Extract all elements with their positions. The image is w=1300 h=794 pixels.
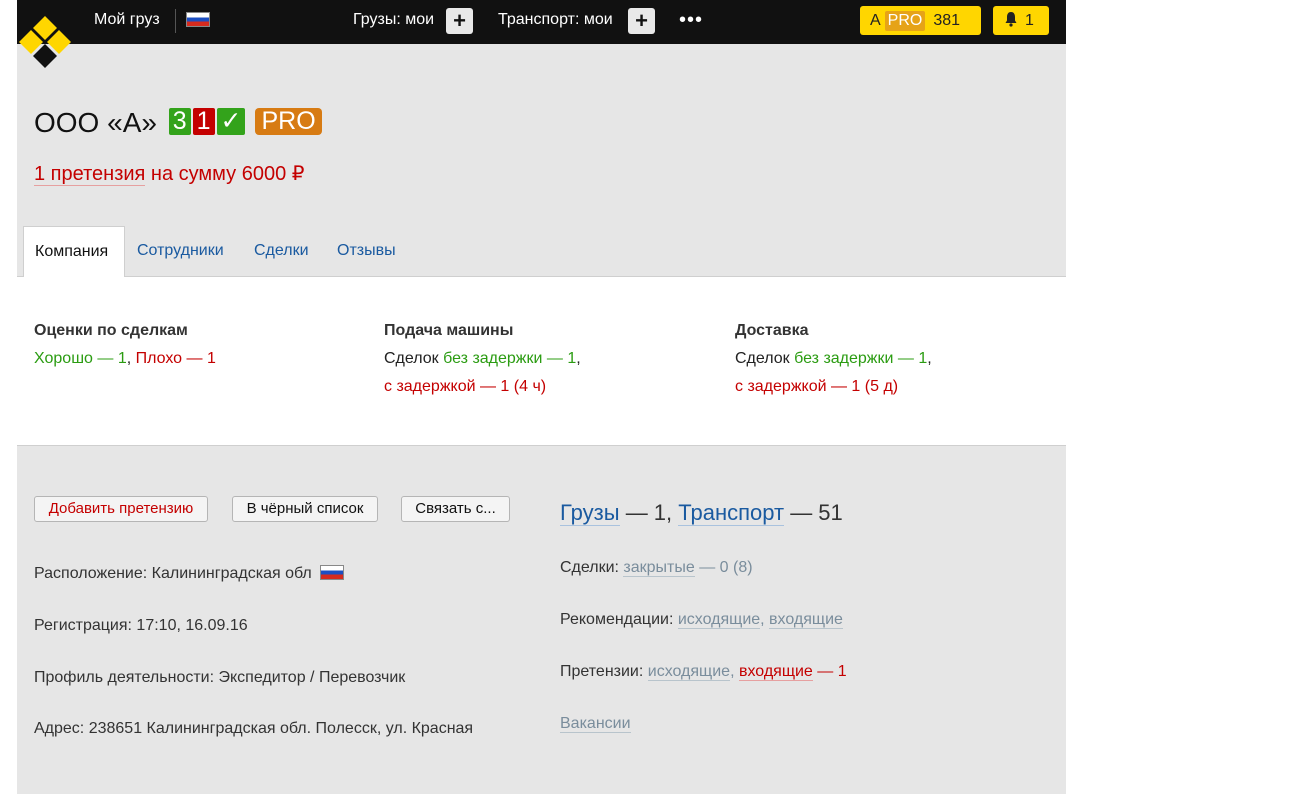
notifications-count: 1 (1025, 12, 1034, 29)
transport-link[interactable]: Транспорт (678, 500, 785, 526)
russia-flag-icon (319, 565, 344, 580)
rating-bad-count: 1 (192, 108, 215, 135)
verified-check-icon: ✓ (216, 108, 246, 135)
claim-amount: на сумму 6000 ₽ (145, 163, 305, 185)
top-navigation-bar: Мой груз Грузы: мои + Транспорт: мои + •… (17, 0, 1066, 68)
activity-profile-info: Профиль деятельности: Экспедитор / Перев… (34, 669, 406, 686)
pro-status-badge: PRO (255, 108, 322, 135)
address-info: Адрес: 238651 Калининградская обл. Полес… (34, 720, 474, 737)
bell-icon (1005, 12, 1017, 27)
deals-line: Сделки: закрытые — 0 (8) (560, 556, 753, 580)
cargo-transport-summary: Грузы — 1, Транспорт — 51 (560, 498, 843, 528)
delivery-separator: , (927, 350, 932, 367)
rating-good-count: 3 (168, 108, 191, 135)
company-name: ООО «А» (34, 107, 157, 138)
cargos-count: — 1, (619, 500, 679, 525)
delivery-ontime: без задержки — 1 (794, 350, 928, 367)
recommendations-line: Рекомендации: исходящие, входящие (560, 608, 843, 632)
pro-account-badge[interactable]: A PRO 381 (860, 6, 981, 35)
delivery-column: Доставка Сделок без задержки — 1, с заде… (735, 317, 932, 401)
vacancies-link[interactable]: Вакансии (560, 715, 631, 733)
pickup-delayed: с задержкой — 1 (4 ч) (384, 378, 547, 395)
transport-count: — 51 (784, 500, 843, 525)
ratings-title: Оценки по сделкам (34, 322, 188, 339)
add-transport-button[interactable]: + (628, 8, 655, 34)
cargos-link[interactable]: Грузы (560, 500, 620, 526)
blacklist-button[interactable]: В чёрный список (232, 496, 378, 522)
company-stats-panel: Оценки по сделкам Хорошо — 1, Плохо — 1 … (17, 276, 1066, 446)
pickup-separator: , (576, 350, 581, 367)
add-cargo-button[interactable]: + (446, 8, 473, 34)
deals-label: Сделки: (560, 559, 624, 576)
recommendations-label: Рекомендации: (560, 611, 678, 628)
delivery-delayed: с задержкой — 1 (5 д) (735, 378, 899, 395)
claims-label: Претензии: (560, 663, 648, 680)
pro-count: 381 (933, 12, 961, 29)
delivery-prefix: Сделок (735, 350, 795, 367)
registration-info: Регистрация: 17:10, 16.09.16 (34, 617, 248, 634)
pro-account-prefix: A (870, 12, 881, 29)
delivery-ontime-line: Сделок без задержки — 1, (735, 345, 932, 373)
page-title: ООО «А» 3 1 ✓ PRO (34, 100, 324, 143)
add-claim-button[interactable]: Добавить претензию (34, 496, 208, 522)
pickup-column: Подача машины Сделок без задержки — 1, с… (384, 317, 581, 401)
outgoing-recommendations-link[interactable]: исходящие (677, 611, 761, 629)
tab-employees[interactable]: Сотрудники (137, 226, 224, 276)
tab-deals[interactable]: Сделки (254, 226, 309, 276)
my-cargos-link[interactable]: Грузы: мои (353, 0, 434, 40)
pickup-title: Подача машины (384, 322, 514, 339)
topbar-divider (175, 9, 176, 33)
pickup-ontime-line: Сделок без задержки — 1, (384, 345, 581, 373)
my-transport-link[interactable]: Транспорт: мои (498, 0, 613, 40)
pickup-prefix: Сделок (384, 350, 444, 367)
vacancies-line: Вакансии (560, 712, 631, 736)
claim-summary: 1 претензия на сумму 6000 ₽ (34, 160, 305, 188)
recommendations-separator: , (760, 611, 770, 628)
outgoing-claims-link[interactable]: исходящие (647, 663, 731, 681)
closed-deals-link[interactable]: закрытые (623, 559, 695, 577)
location-text: Расположение: Калининградская обл (34, 565, 312, 582)
logo-icon[interactable] (17, 12, 79, 74)
pro-label: PRO (884, 11, 926, 31)
incoming-recommendations-link[interactable]: входящие (769, 611, 843, 629)
incoming-claims-link[interactable]: входящие (738, 663, 813, 681)
my-cargo-link[interactable]: Мой груз (94, 0, 160, 40)
pickup-ontime: без задержки — 1 (443, 350, 577, 367)
claims-line: Претензии: исходящие, входящие — 1 (560, 660, 847, 684)
app-window: Мой груз Грузы: мои + Транспорт: мои + •… (17, 0, 1066, 794)
notifications-button[interactable]: 1 (993, 6, 1049, 35)
russia-flag-icon[interactable] (186, 12, 210, 27)
good-rating: Хорошо — 1 (34, 350, 127, 367)
tab-company[interactable]: Компания (23, 226, 125, 277)
ratings-column: Оценки по сделкам Хорошо — 1, Плохо — 1 (34, 317, 216, 373)
location-info: Расположение: Калининградская обл (34, 562, 344, 586)
incoming-claims-count: — 1 (812, 663, 847, 680)
contact-button[interactable]: Связать с... (401, 496, 510, 522)
company-rating[interactable]: 3 1 ✓ PRO (168, 100, 324, 140)
claim-link[interactable]: 1 претензия (34, 163, 146, 186)
closed-deals-count: — 0 (8) (694, 559, 753, 576)
ratings-values: Хорошо — 1, Плохо — 1 (34, 345, 216, 373)
bad-rating: Плохо — 1 (135, 350, 216, 367)
more-menu-icon[interactable]: ••• (679, 0, 703, 40)
ratings-separator: , (126, 350, 136, 367)
tab-reviews[interactable]: Отзывы (337, 226, 396, 276)
tab-bar: Компания Сотрудники Сделки Отзывы (17, 226, 1066, 277)
claims-separator: , (730, 663, 739, 680)
delivery-title: Доставка (735, 322, 809, 339)
